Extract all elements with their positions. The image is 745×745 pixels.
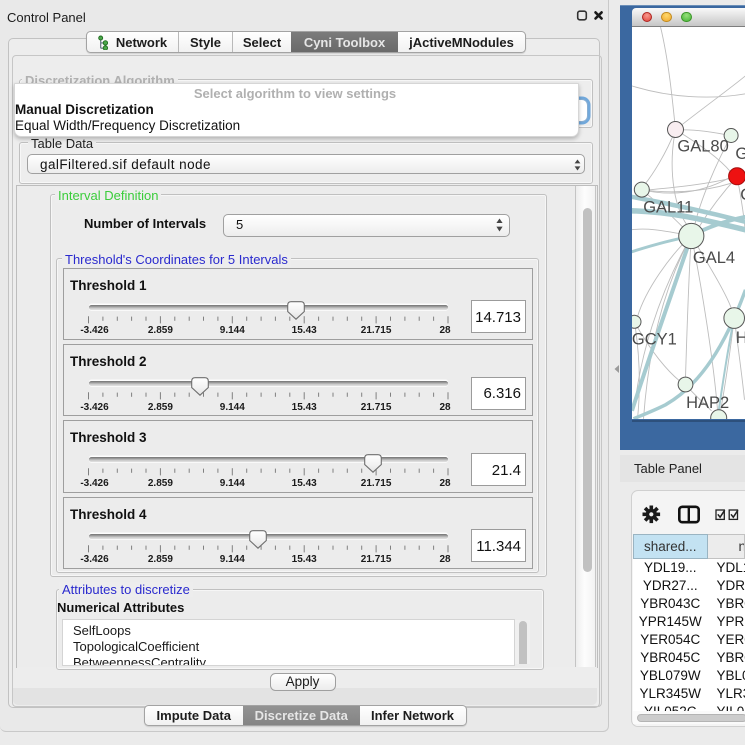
svg-text:H: H bbox=[735, 329, 745, 347]
svg-text:GCY1: GCY1 bbox=[632, 330, 677, 348]
svg-text:HAP2: HAP2 bbox=[686, 394, 729, 412]
svg-text:C: C bbox=[740, 186, 745, 204]
svg-text:GAL80: GAL80 bbox=[677, 137, 728, 155]
svg-text:GA: GA bbox=[735, 145, 745, 163]
svg-text:GAL4: GAL4 bbox=[692, 249, 734, 267]
svg-text:GAL11: GAL11 bbox=[643, 198, 693, 216]
